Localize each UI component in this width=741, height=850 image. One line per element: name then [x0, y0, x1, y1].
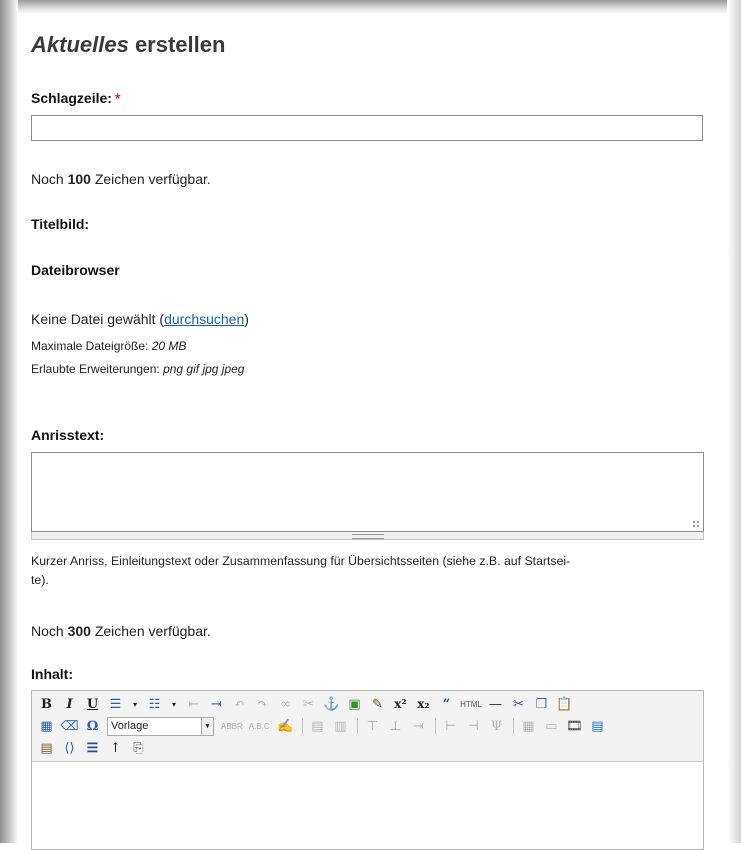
superscript-icon[interactable]: x² — [390, 694, 411, 714]
acronym-icon[interactable]: A.B.C. — [249, 722, 272, 731]
indent-icon[interactable]: ⇥ — [206, 694, 227, 714]
blockquote-icon[interactable]: “ — [436, 694, 457, 714]
page-break-icon[interactable]: ⟨⟩ — [59, 738, 80, 758]
redo-icon[interactable]: ↷ — [252, 694, 273, 714]
insert-row-before-icon[interactable]: ⊤ — [362, 716, 383, 736]
merge-cells-icon[interactable]: ▭ — [541, 716, 562, 736]
media-icon[interactable]: 🎞 — [564, 716, 585, 736]
table-cell-props-icon[interactable]: ▥ — [330, 716, 351, 736]
teaser-textarea[interactable] — [31, 452, 704, 532]
toolbar-row-1: B I U ☰ ▾ ☷ ▾ ⇤ ⇥ ↶ ↷ ∞ ✂ ⚓ ▣ ✎ x² x₂ “ … — [36, 693, 577, 715]
resize-grip-icon[interactable] — [692, 520, 700, 528]
file-browser-heading: Dateibrowser — [31, 262, 120, 278]
page-title: Aktuelles erstellen — [31, 32, 226, 57]
edit-attributes-icon[interactable]: ✍ — [275, 716, 296, 736]
rich-text-editor: B I U ☰ ▾ ☷ ▾ ⇤ ⇥ ↶ ↷ ∞ ✂ ⚓ ▣ ✎ x² x₂ “ … — [31, 690, 704, 850]
headline-input[interactable] — [31, 115, 703, 141]
undo-icon[interactable]: ↶ — [229, 694, 250, 714]
format-select-arrow-icon[interactable]: ▼ — [202, 716, 214, 736]
delete-row-icon[interactable]: ⇥ — [408, 716, 429, 736]
insert-col-after-icon[interactable]: ⊣ — [463, 716, 484, 736]
anchor-icon[interactable]: ⚓ — [321, 694, 342, 714]
lines-icon[interactable]: ☰ — [82, 738, 103, 758]
cleanup-brush-icon[interactable]: ✎ — [367, 694, 388, 714]
window-frame-left — [0, 0, 18, 843]
paste-icon[interactable]: 📋 — [554, 694, 575, 714]
max-file-size: Maximale Dateigröße: 20 MB — [31, 339, 187, 353]
drag-handle-icon — [352, 534, 384, 539]
bullet-list-icon[interactable]: ☰ — [105, 694, 126, 714]
allowed-extensions: Erlaubte Erweiterungen: png gif jpg jpeg — [31, 362, 245, 376]
table-icon[interactable]: ▦ — [36, 716, 57, 736]
table-row-props-icon[interactable]: ▤ — [307, 716, 328, 736]
teaser-label: Anrisstext: — [31, 427, 105, 443]
toolbar-row-2: ▦ ⌫ Ω Vorlage ▼ ABBR A.B.C. ✍ ▤ ▥ ⊤ ⊥ ⇥ … — [36, 715, 610, 737]
special-char-icon[interactable]: Ω — [82, 716, 103, 736]
underline-icon[interactable]: U — [82, 694, 103, 714]
toolbar-divider — [356, 718, 358, 734]
required-mark: * — [114, 90, 121, 106]
editor-toolbar: B I U ☰ ▾ ☷ ▾ ⇤ ⇥ ↶ ↷ ∞ ✂ ⚓ ▣ ✎ x² x₂ “ … — [32, 691, 703, 762]
teaser-remaining-text: Noch 300 Zeichen verfügbar. — [31, 623, 211, 639]
paste-text-icon[interactable]: ⎘ — [128, 738, 149, 758]
html-source-icon[interactable]: HTML — [460, 700, 482, 709]
copy-icon[interactable]: ❐ — [531, 694, 552, 714]
abbr-icon[interactable]: ABBR — [221, 722, 243, 731]
content-label: Inhalt: — [31, 666, 73, 682]
split-cells-icon[interactable]: ▦ — [518, 716, 539, 736]
image-icon[interactable]: ▣ — [344, 694, 365, 714]
cut-icon[interactable]: ✂ — [508, 694, 529, 714]
template-icon[interactable]: ▤ — [587, 716, 608, 736]
toolbar-divider — [512, 718, 514, 734]
contact-card-icon[interactable]: ▤ — [36, 738, 57, 758]
format-select[interactable]: Vorlage — [107, 716, 202, 736]
numbered-list-icon[interactable]: ☷ — [144, 694, 165, 714]
arrow-up-icon[interactable]: ↑ — [105, 738, 126, 758]
numbered-list-dropdown-icon[interactable]: ▾ — [167, 694, 181, 714]
form-content: Aktuelles erstellen Schlagzeile: * Noch 1… — [31, 0, 731, 850]
toolbar-divider — [434, 718, 436, 734]
bullet-list-dropdown-icon[interactable]: ▾ — [128, 694, 142, 714]
eraser-icon[interactable]: ⌫ — [59, 716, 80, 736]
insert-row-after-icon[interactable]: ⊥ — [385, 716, 406, 736]
headline-label: Schlagzeile: * — [31, 90, 121, 106]
no-file-text: Keine Datei gewählt (durchsuchen) — [31, 311, 249, 327]
toolbar-divider — [301, 718, 303, 734]
image-label: Titelbild: — [31, 216, 90, 232]
unlink-icon[interactable]: ✂ — [298, 694, 319, 714]
italic-icon[interactable]: I — [59, 694, 80, 714]
horizontal-rule-icon[interactable]: — — [485, 694, 506, 714]
headline-remaining-text: Noch 100 Zeichen verfügbar. — [31, 171, 211, 187]
textarea-resize-bar[interactable] — [31, 532, 704, 540]
teaser-help-text: Kurzer Anriss, Einleitungstext oder Zusa… — [31, 554, 571, 587]
toolbar-row-3: ▤ ⟨⟩ ☰ ↑ ⎘ — [36, 737, 151, 759]
insert-col-before-icon[interactable]: ⊢ — [440, 716, 461, 736]
outdent-icon[interactable]: ⇤ — [183, 694, 204, 714]
browse-link[interactable]: durchsuchen — [164, 311, 244, 327]
bold-icon[interactable]: B — [36, 694, 57, 714]
subscript-icon[interactable]: x₂ — [413, 694, 434, 714]
link-icon[interactable]: ∞ — [275, 694, 296, 714]
delete-col-icon[interactable]: Ψ — [486, 716, 507, 736]
